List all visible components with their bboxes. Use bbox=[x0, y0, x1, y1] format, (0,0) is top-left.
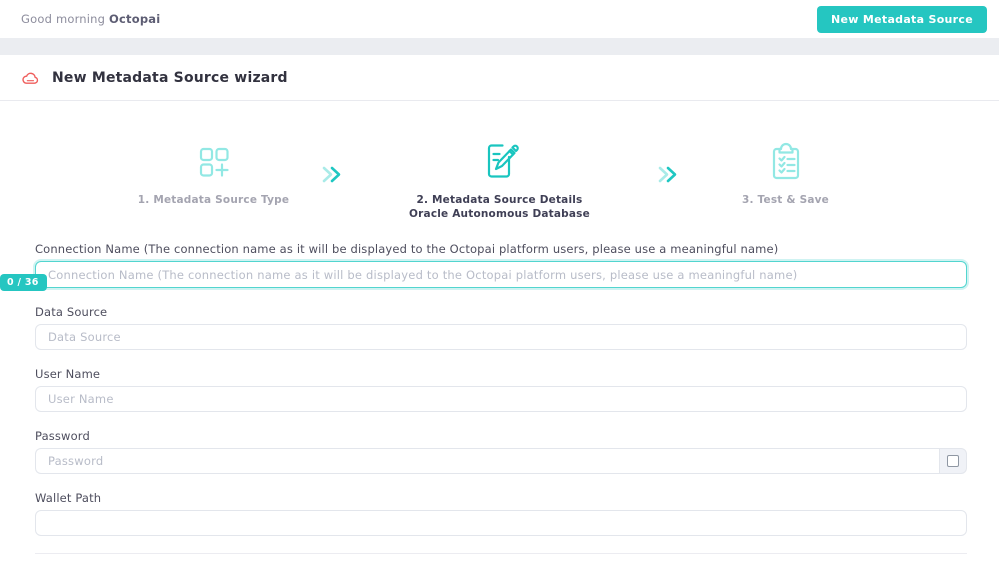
cloud-icon bbox=[21, 71, 40, 85]
user-name-label: User Name bbox=[35, 367, 101, 382]
wizard-step-label: 2. Metadata Source Details Oracle Autono… bbox=[409, 193, 590, 221]
checklist-icon bbox=[766, 137, 806, 183]
data-source-input[interactable] bbox=[35, 324, 967, 351]
wallet-path-label: Wallet Path bbox=[35, 491, 102, 506]
account-name: Octopai bbox=[109, 12, 161, 26]
edit-document-icon bbox=[479, 137, 521, 183]
greeting-text: Good morning Octopai bbox=[21, 12, 160, 26]
metadata-source-form: Connection Name (The connection name as … bbox=[0, 242, 967, 537]
user-name-group: User Name bbox=[35, 367, 967, 413]
wizard-form-container: Connection Name (The connection name as … bbox=[0, 242, 999, 566]
show-password-checkbox[interactable] bbox=[947, 455, 959, 468]
wizard-step-label-line2: Oracle Autonomous Database bbox=[409, 208, 590, 221]
wizard-step-label: 3. Test & Save bbox=[742, 194, 829, 206]
data-source-label: Data Source bbox=[35, 305, 108, 320]
password-group: Password bbox=[35, 429, 967, 475]
header-divider-strip bbox=[0, 38, 999, 55]
page-title-bar: New Metadata Source wizard bbox=[0, 55, 999, 101]
connection-name-input[interactable] bbox=[35, 261, 967, 289]
new-metadata-source-button[interactable]: New Metadata Source bbox=[817, 5, 987, 33]
password-label: Password bbox=[35, 429, 90, 444]
connection-name-label: Connection Name (The connection name as … bbox=[35, 242, 779, 257]
page-title: New Metadata Source wizard bbox=[52, 69, 288, 86]
wizard-step-test-and-save: 3. Test & Save bbox=[686, 137, 886, 207]
double-chevron-icon bbox=[656, 165, 680, 184]
data-source-group: Data Source bbox=[35, 305, 967, 351]
wizard-step-metadata-source-type: 1. Metadata Source Type bbox=[114, 137, 314, 207]
user-name-input[interactable] bbox=[35, 386, 967, 413]
grid-plus-icon bbox=[194, 137, 234, 183]
wallet-path-input[interactable] bbox=[35, 510, 967, 537]
wizard-step-label: 1. Metadata Source Type bbox=[137, 194, 290, 206]
greeting-label: Good morning bbox=[21, 12, 106, 26]
top-header: Good morning Octopai New Metadata Source bbox=[0, 0, 999, 38]
character-counter-badge: 0 / 36 bbox=[0, 274, 47, 292]
wizard-step-metadata-source-details: 2. Metadata Source Details Oracle Autono… bbox=[350, 137, 650, 221]
wizard-steps: 1. Metadata Source Type 2. Metadata Sour… bbox=[0, 137, 999, 221]
password-input[interactable] bbox=[35, 448, 939, 475]
password-input-group bbox=[35, 448, 967, 475]
wizard-footer: Previous Next bbox=[35, 553, 967, 566]
show-password-addon[interactable] bbox=[939, 448, 967, 475]
connection-name-group: Connection Name (The connection name as … bbox=[0, 242, 967, 292]
double-chevron-icon bbox=[320, 165, 344, 184]
wizard-step-label-line1: 2. Metadata Source Details bbox=[416, 194, 583, 206]
wallet-path-group: Wallet Path bbox=[35, 491, 967, 537]
